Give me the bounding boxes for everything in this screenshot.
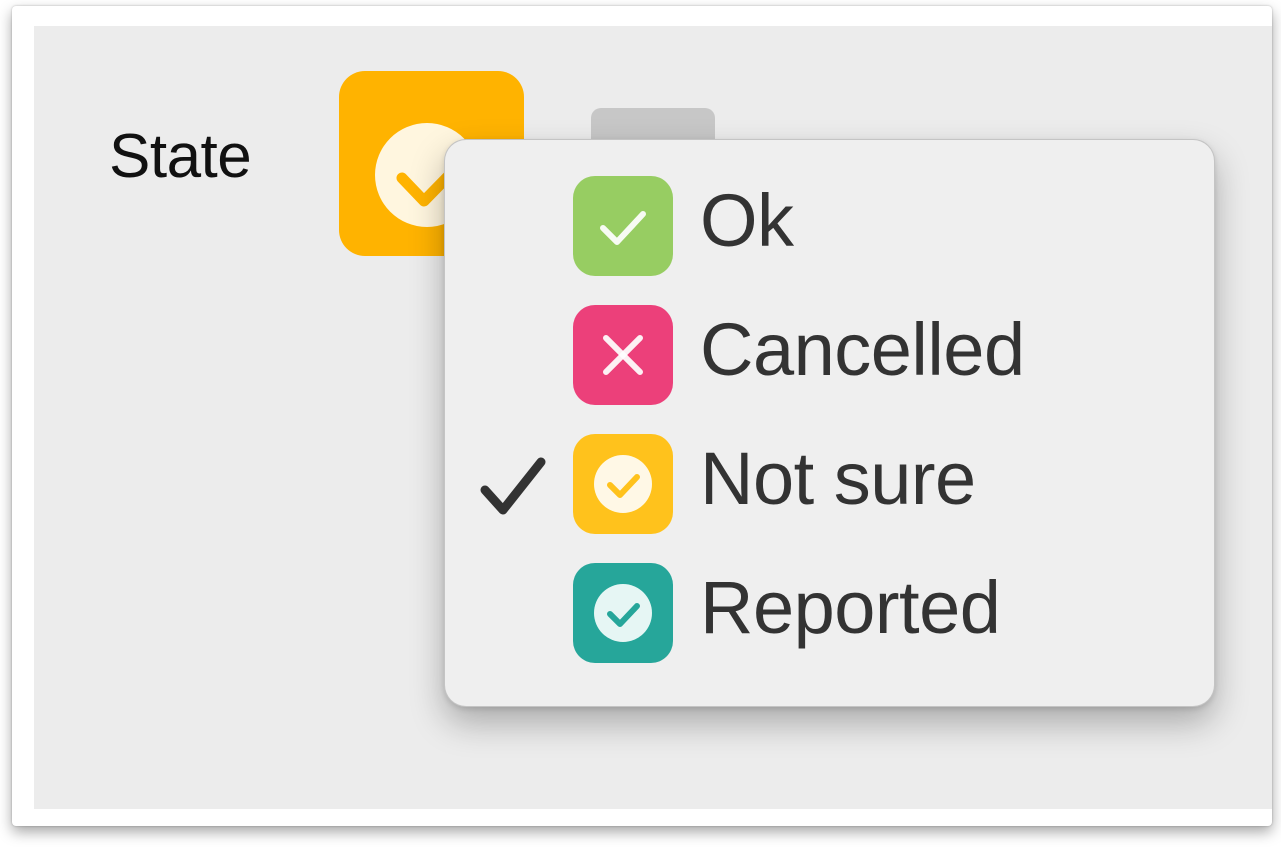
not-sure-icon bbox=[573, 434, 673, 534]
menu-item-cancelled[interactable]: Cancelled bbox=[445, 291, 1214, 419]
menu-item-reported[interactable]: Reported bbox=[445, 549, 1214, 677]
menu-item-not-sure[interactable]: Not sure bbox=[445, 420, 1214, 548]
state-label: State bbox=[109, 122, 252, 191]
cancel-icon bbox=[573, 305, 673, 405]
menu-item-label: Cancelled bbox=[700, 308, 1025, 391]
reported-icon bbox=[573, 563, 673, 663]
ok-icon bbox=[573, 176, 673, 276]
menu-item-label: Not sure bbox=[700, 437, 976, 520]
menu-item-ok[interactable]: Ok bbox=[445, 162, 1214, 290]
state-dropdown-menu: Ok Cancelled Not sure Reported bbox=[444, 139, 1215, 707]
menu-item-label: Ok bbox=[700, 179, 794, 262]
check-icon bbox=[480, 457, 546, 515]
menu-item-label: Reported bbox=[700, 566, 1001, 649]
